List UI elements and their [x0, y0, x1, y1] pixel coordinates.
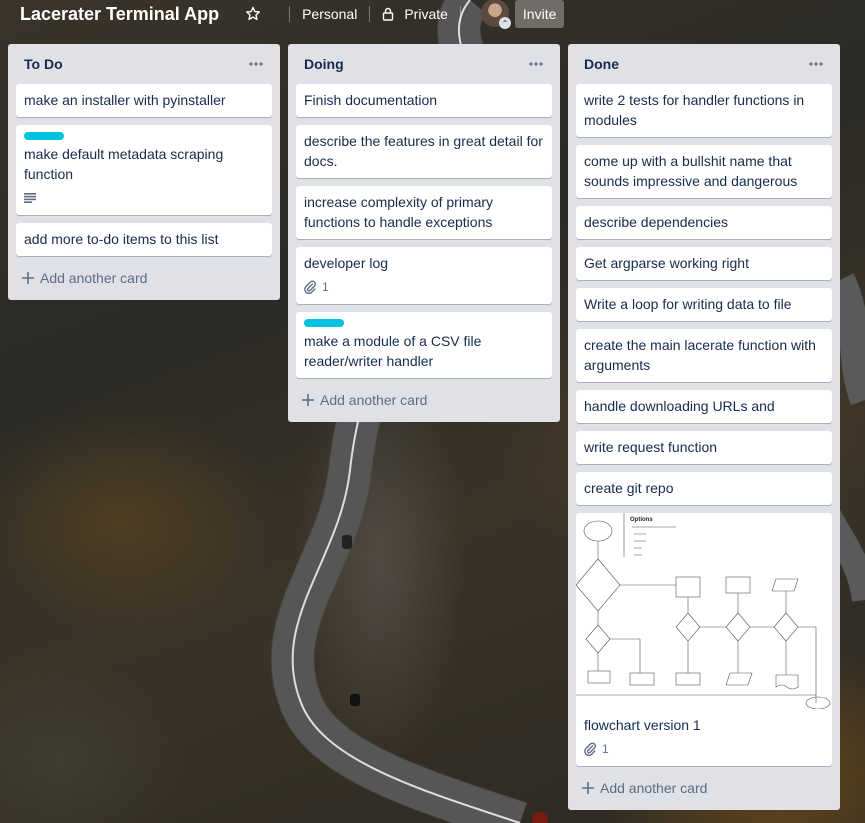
add-card-button[interactable]: Add another card: [576, 774, 832, 802]
lock-icon: [383, 7, 394, 21]
card[interactable]: Write a loop for writing data to file: [576, 288, 832, 321]
header-divider: [289, 6, 291, 22]
list-done: Done write 2 tests for handler functions…: [568, 44, 840, 810]
paperclip-icon: [584, 742, 596, 756]
list-title[interactable]: To Do: [24, 56, 63, 72]
card[interactable]: handle downloading URLs and: [576, 390, 832, 423]
add-card-button[interactable]: Add another card: [296, 386, 552, 414]
team-button[interactable]: Personal: [302, 0, 357, 28]
card-badges: [24, 188, 264, 208]
card-title: describe the features in great detail fo…: [304, 133, 543, 169]
list-title[interactable]: Done: [584, 56, 619, 72]
list-header: Doing: [296, 44, 552, 84]
plus-icon: [300, 392, 316, 408]
add-card-label: Add another card: [600, 780, 708, 796]
more-dots-icon: [249, 62, 263, 66]
star-icon: [246, 6, 261, 21]
paperclip-icon: [304, 280, 316, 294]
card[interactable]: Finish documentation: [296, 84, 552, 117]
card-title: write request function: [584, 439, 718, 455]
card-title: make a module of a CSV file reader/write…: [304, 333, 482, 369]
card[interactable]: write request function: [576, 431, 832, 464]
board-title[interactable]: Lacerater Terminal App: [20, 4, 219, 25]
card[interactable]: create the main lacerate function with a…: [576, 329, 832, 382]
card-title: come up with a bullshit name that sounds…: [584, 153, 798, 189]
card-title: flowchart version 1: [584, 717, 701, 733]
visibility-label: Private: [404, 6, 448, 22]
more-dots-icon: [529, 62, 543, 66]
card-cover-flowchart-image: Options: [576, 513, 832, 709]
star-button[interactable]: [245, 0, 277, 28]
board-header: Lacerater Terminal App Personal Private …: [0, 0, 865, 29]
card[interactable]: describe dependencies: [576, 206, 832, 239]
flowchart-heading: Options: [630, 517, 653, 523]
card[interactable]: make a module of a CSV file reader/write…: [296, 312, 552, 378]
list-title[interactable]: Doing: [304, 56, 344, 72]
list-menu-button[interactable]: [804, 52, 828, 76]
card[interactable]: Options flowchart version 1 1: [576, 513, 832, 766]
card[interactable]: create git repo: [576, 472, 832, 505]
card-title: add more to-do items to this list: [24, 231, 219, 247]
card-badges: 1: [304, 277, 544, 297]
card[interactable]: make default metadata scraping function: [16, 125, 272, 215]
add-card-label: Add another card: [320, 392, 428, 408]
card[interactable]: write 2 tests for handler functions in m…: [576, 84, 832, 137]
flowchart-thumbnail: Options: [576, 513, 832, 709]
attachment-count: 1: [322, 280, 329, 294]
card-title: developer log: [304, 255, 389, 271]
card-title: increase complexity of primary functions…: [304, 194, 494, 230]
card-title: make default metadata scraping function: [24, 146, 224, 182]
card-title: create git repo: [584, 480, 674, 496]
invite-button[interactable]: Invite: [514, 0, 565, 28]
card-title: create the main lacerate function with a…: [584, 337, 816, 373]
header-divider: [369, 6, 371, 22]
plus-icon: [20, 270, 36, 286]
description-icon: [24, 193, 36, 203]
card-title: make an installer with pyinstaller: [24, 92, 226, 108]
member-avatar[interactable]: ⌃: [480, 0, 511, 29]
card[interactable]: describe the features in great detail fo…: [296, 125, 552, 178]
list-header: To Do: [16, 44, 272, 84]
attachment-count: 1: [602, 742, 609, 756]
card-title: describe dependencies: [584, 214, 728, 230]
card-label-cyan[interactable]: [304, 319, 344, 327]
header-divider: [459, 6, 461, 22]
card[interactable]: developer log 1: [296, 247, 552, 304]
attachment-badge: 1: [304, 277, 329, 297]
list-menu-button[interactable]: [244, 52, 268, 76]
list-header: Done: [576, 44, 832, 84]
list-menu-button[interactable]: [524, 52, 548, 76]
card-badges: 1: [584, 739, 824, 759]
card-label-cyan[interactable]: [24, 132, 64, 140]
list-to-do: To Do make an installer with pyinstaller…: [8, 44, 280, 300]
card-title: handle downloading URLs and: [584, 398, 775, 414]
card[interactable]: come up with a bullshit name that sounds…: [576, 145, 832, 198]
card[interactable]: Get argparse working right: [576, 247, 832, 280]
list-doing: Doing Finish documentation describe the …: [288, 44, 560, 422]
card-title: Get argparse working right: [584, 255, 749, 271]
card-title: Finish documentation: [304, 92, 438, 108]
card[interactable]: make an installer with pyinstaller: [16, 84, 272, 117]
visibility-button[interactable]: Private: [382, 0, 448, 28]
card[interactable]: increase complexity of primary functions…: [296, 186, 552, 239]
card-title: Write a loop for writing data to file: [584, 296, 792, 312]
attachment-badge: 1: [584, 739, 609, 759]
add-card-button[interactable]: Add another card: [16, 264, 272, 292]
card[interactable]: add more to-do items to this list: [16, 223, 272, 256]
more-dots-icon: [809, 62, 823, 66]
plus-icon: [580, 780, 596, 796]
admin-chevron-icon: ⌃: [498, 17, 511, 29]
add-card-label: Add another card: [40, 270, 148, 286]
card-title: write 2 tests for handler functions in m…: [584, 92, 805, 128]
